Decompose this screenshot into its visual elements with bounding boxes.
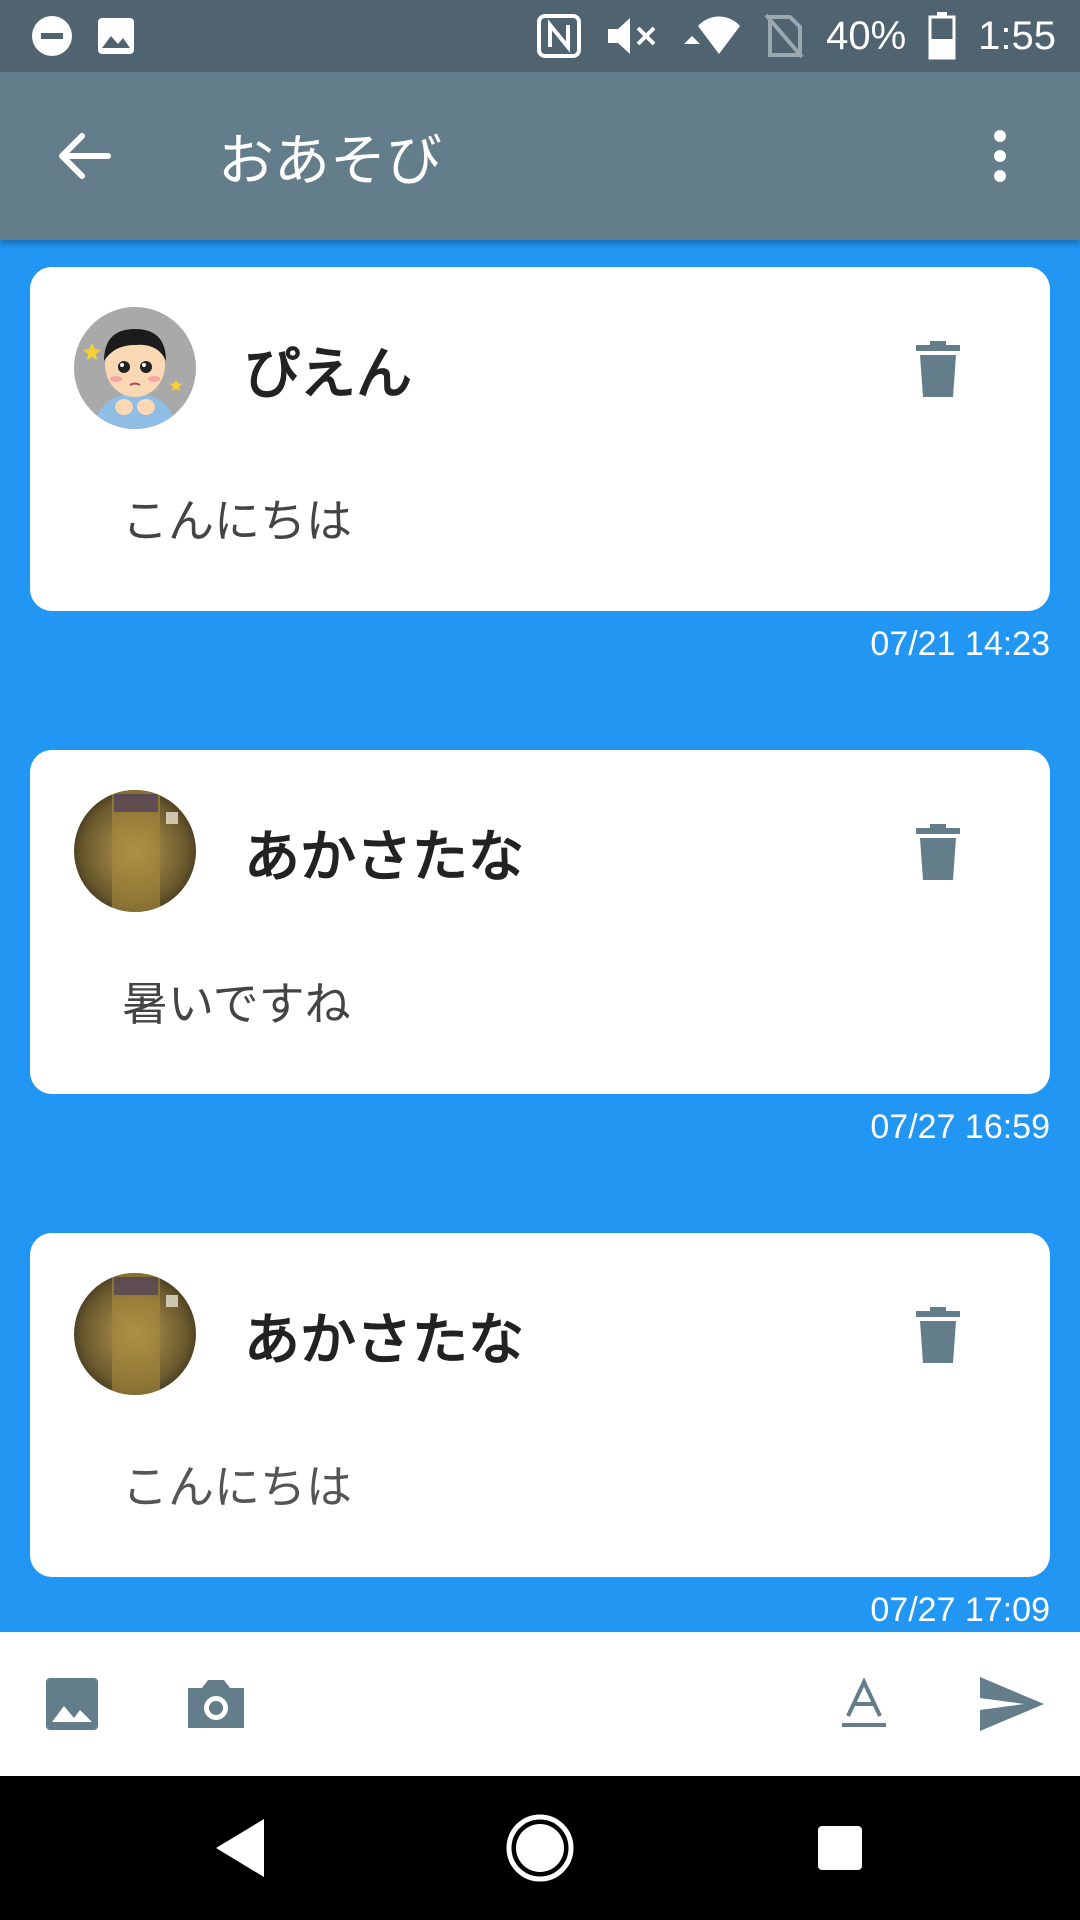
delete-button[interactable] [908,335,968,403]
avatar[interactable] [74,790,196,912]
message-item: ぴえん こんにちは 07/21 14:23 [30,267,1050,664]
status-bar: 40% 1:55 [0,0,1080,72]
username: ぴえん [244,342,412,407]
nav-back-button[interactable] [200,1808,280,1888]
no-sim-icon [764,13,804,59]
battery-icon [928,12,956,60]
message-text: こんにちは [122,1460,352,1514]
volume-muted-icon [604,14,660,58]
delete-button[interactable] [908,1301,968,1369]
send-button[interactable] [972,1668,1052,1740]
battery-percent: 40% [826,13,907,58]
nav-recents-icon [818,1826,862,1870]
minus-circle-icon [30,14,74,58]
page-title: おあそび [218,128,442,194]
message-item: あかさたな 暑いですね 07/27 16:59 [30,750,1050,1147]
message-card[interactable]: あかさたな 暑いですね [30,750,1050,1094]
gallery-icon [46,1678,98,1730]
font-style-button[interactable] [828,1668,900,1740]
trash-icon [916,341,960,397]
message-item: あかさたな こんにちは 07/27 17:09 [30,1233,1050,1630]
gallery-button[interactable] [36,1668,108,1740]
message-list[interactable]: ぴえん こんにちは 07/21 14:23 あかさたな 暑いですね 07/27 … [0,240,1080,1632]
delete-button[interactable] [908,818,968,886]
cartoon-boy-avatar-icon [74,307,196,429]
nav-recents-button[interactable] [800,1808,880,1888]
camera-button[interactable] [180,1668,252,1740]
clock: 1:55 [978,13,1056,58]
trash-icon [916,824,960,880]
photo-avatar-icon [74,790,196,912]
nfc-icon [536,13,582,59]
message-text: こんにちは [122,494,352,548]
username: あかさたな [244,825,524,890]
send-icon [980,1677,1044,1731]
timestamp: 07/27 17:09 [870,1591,1050,1629]
timestamp: 07/21 14:23 [870,625,1050,663]
message-card[interactable]: あかさたな こんにちは [30,1233,1050,1577]
nav-home-button[interactable] [500,1808,580,1888]
wifi-icon [682,14,742,58]
back-button[interactable] [34,106,134,206]
more-vert-icon [994,130,1006,182]
camera-icon [188,1680,244,1728]
username: あかさたな [244,1308,524,1373]
arrow-left-icon [59,133,111,179]
message-text: 暑いですね [122,977,351,1031]
avatar[interactable] [74,1273,196,1395]
timestamp: 07/27 16:59 [870,1108,1050,1146]
image-icon [96,16,136,56]
navigation-bar [0,1776,1080,1920]
avatar[interactable] [74,307,196,429]
photo-avatar-icon [74,1273,196,1395]
more-options-button[interactable] [950,106,1050,206]
font-style-icon [842,1678,886,1727]
nav-back-icon [216,1819,264,1877]
app-bar: おあそび [0,72,1080,240]
input-bar [0,1632,1080,1776]
nav-home-icon [506,1814,574,1882]
message-card[interactable]: ぴえん こんにちは [30,267,1050,611]
trash-icon [916,1307,960,1363]
